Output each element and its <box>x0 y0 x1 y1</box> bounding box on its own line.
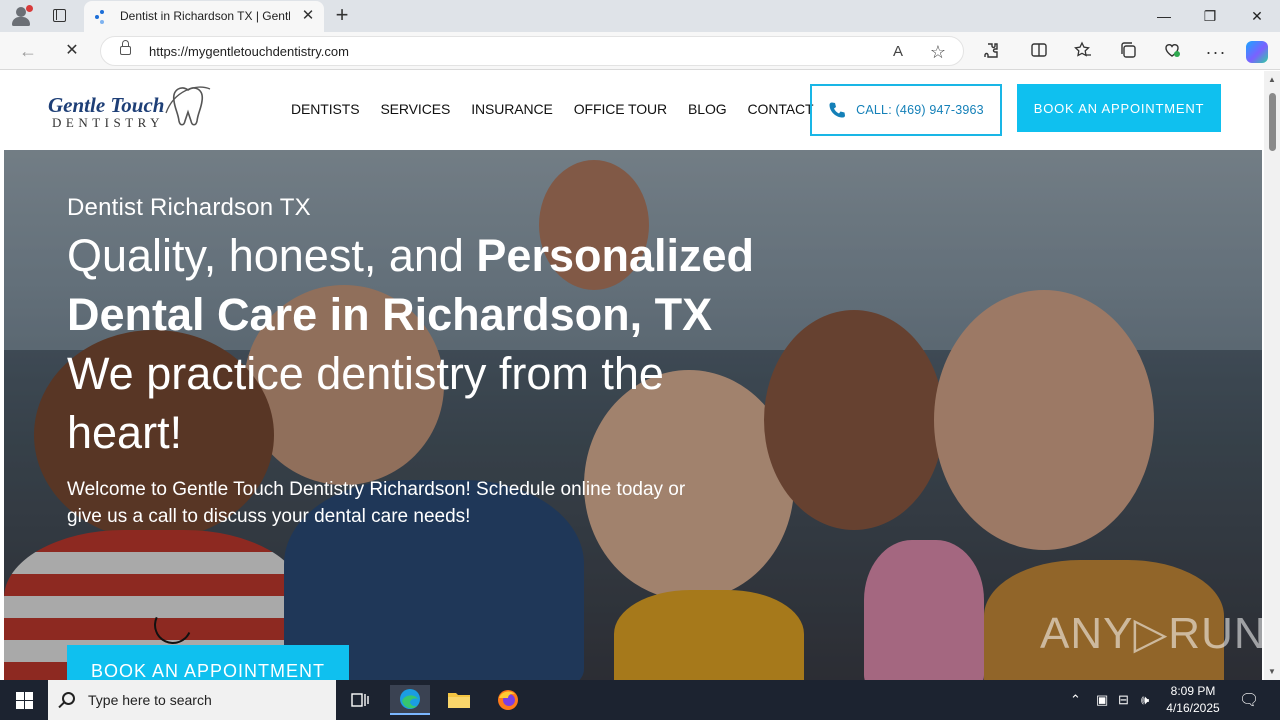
browser-tab-active[interactable]: Dentist in Richardson TX | Gentle Touch … <box>84 1 324 32</box>
address-bar[interactable]: https://mygentletouchdentistry.com A ☆ <box>100 36 964 66</box>
taskbar-search-placeholder: Type here to search <box>88 692 212 708</box>
favorites-icon[interactable] <box>1072 41 1094 63</box>
taskbar-search-box[interactable]: Type here to search <box>48 680 336 720</box>
hero-intro-text: Welcome to Gentle Touch Dentistry Richar… <box>67 479 686 527</box>
stop-loading-button[interactable]: ✕ <box>60 39 84 63</box>
browser-essentials-icon[interactable] <box>1161 41 1183 63</box>
read-aloud-icon[interactable]: A <box>888 42 908 62</box>
window-close-button[interactable]: ✕ <box>1245 4 1269 28</box>
favorite-star-icon[interactable]: ☆ <box>928 42 948 62</box>
browser-toolbar: ← ✕ https://mygentletouchdentistry.com A… <box>0 32 1280 70</box>
start-button[interactable] <box>0 680 48 720</box>
window-restore-button[interactable]: ❐ <box>1198 4 1222 28</box>
site-header: Gentle Touch DENTISTRY DENTISTS SERVICES… <box>4 71 1262 150</box>
hero-kicker: Dentist Richardson TX <box>67 194 311 221</box>
scrollbar-thumb[interactable] <box>1269 93 1276 151</box>
nav-dentists[interactable]: DENTISTS <box>291 101 360 121</box>
site-logo[interactable]: Gentle Touch DENTISTRY <box>48 79 218 135</box>
back-button[interactable]: ← <box>16 39 40 63</box>
browser-tab-bar: Dentist in Richardson TX | Gentle Touch … <box>0 0 1280 32</box>
edge-taskbar-icon[interactable] <box>390 685 430 715</box>
header-book-appointment-button[interactable]: BOOK AN APPOINTMENT <box>1017 84 1221 132</box>
new-tab-button[interactable]: + <box>332 4 352 26</box>
profile-avatar-icon[interactable] <box>10 5 33 27</box>
firefox-icon[interactable] <box>488 685 528 715</box>
windows-taskbar: Type here to search ⌃ ▣ ⊟ 🕪 8:09 PM 4/16… <box>0 680 1280 720</box>
url-text[interactable]: https://mygentletouchdentistry.com <box>149 44 349 59</box>
nav-contact[interactable]: CONTACT <box>748 101 814 121</box>
logo-sub-text: DENTISTRY <box>52 115 164 130</box>
clock-date: 4/16/2025 <box>1166 701 1220 715</box>
split-screen-icon[interactable] <box>1028 41 1050 63</box>
nav-insurance[interactable]: INSURANCE <box>471 101 553 121</box>
notifications-icon[interactable]: 🗨 <box>1239 690 1259 710</box>
copilot-icon[interactable] <box>1246 41 1268 63</box>
call-button[interactable]: CALL: (469) 947-3963 <box>810 84 1002 136</box>
tray-overflow-icon[interactable]: ⌃ <box>1070 692 1081 708</box>
phone-icon <box>829 102 846 118</box>
tray-device-icon[interactable]: ▣ <box>1096 692 1108 708</box>
hero-headline: Quality, honest, and Personalized Dental… <box>67 226 787 462</box>
more-menu-icon[interactable]: ··· <box>1205 41 1227 63</box>
nav-office-tour[interactable]: OFFICE TOUR <box>574 101 667 121</box>
window-minimize-button[interactable]: — <box>1152 4 1176 28</box>
call-button-label: CALL: (469) 947-3963 <box>856 103 984 117</box>
tab-title: Dentist in Richardson TX | Gentle Touch … <box>120 9 290 23</box>
search-icon <box>62 692 75 705</box>
task-view-icon[interactable] <box>340 685 380 715</box>
lock-icon[interactable] <box>120 40 131 55</box>
page-scrollbar[interactable]: ▲ ▼ <box>1264 71 1280 680</box>
nav-blog[interactable]: BLOG <box>688 101 727 121</box>
tab-actions-icon[interactable] <box>50 6 70 26</box>
page-viewport: Gentle Touch DENTISTRY DENTISTS SERVICES… <box>0 71 1280 680</box>
scroll-down-icon[interactable]: ▼ <box>1267 667 1277 676</box>
file-explorer-icon[interactable] <box>439 685 479 715</box>
loading-favicon-icon <box>94 9 110 25</box>
hero-banner: Dentist Richardson TX Quality, honest, a… <box>4 150 1262 680</box>
tooth-logo-icon <box>165 86 211 126</box>
hero-book-appointment-button[interactable]: BOOK AN APPOINTMENT <box>67 645 349 680</box>
volume-icon[interactable]: 🕪 <box>1141 692 1149 708</box>
hero-text-block: Dentist Richardson TX Quality, honest, a… <box>67 194 787 462</box>
extensions-icon[interactable] <box>980 41 1002 63</box>
nav-services[interactable]: SERVICES <box>380 101 450 121</box>
anyrun-watermark: ANY▷RUN <box>1040 609 1262 658</box>
collections-icon[interactable] <box>1117 41 1139 63</box>
tab-close-icon[interactable]: ✕ <box>300 8 316 24</box>
scroll-up-icon[interactable]: ▲ <box>1267 75 1277 84</box>
hero-headline-tail: We practice dentistry from the heart! <box>67 348 664 458</box>
network-icon[interactable]: ⊟ <box>1118 692 1129 708</box>
clock-time: 8:09 PM <box>1170 684 1216 698</box>
taskbar-clock[interactable]: 8:09 PM 4/16/2025 <box>1158 683 1228 717</box>
main-navigation: DENTISTS SERVICES INSURANCE OFFICE TOUR … <box>291 101 834 121</box>
hero-headline-light: Quality, honest, and <box>67 230 477 281</box>
